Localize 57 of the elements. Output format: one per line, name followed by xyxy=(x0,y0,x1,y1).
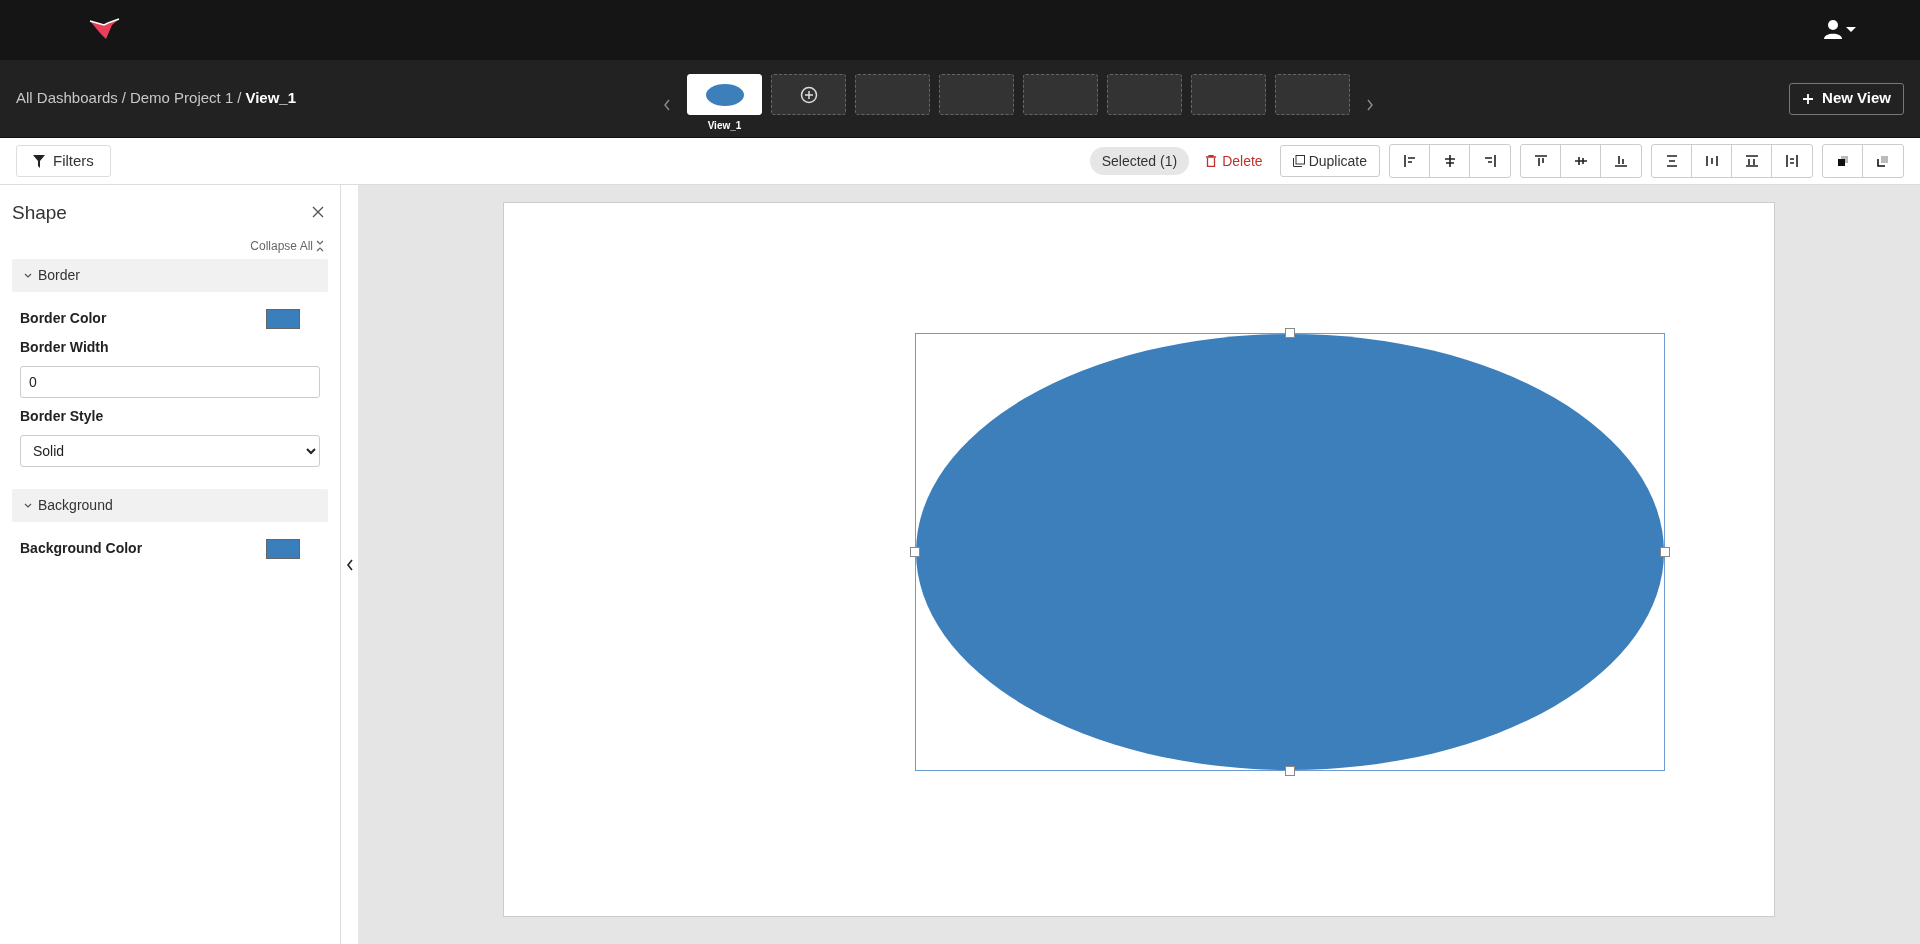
color-swatch[interactable] xyxy=(266,538,300,559)
section-header[interactable]: Border xyxy=(12,259,328,292)
align-top-icon xyxy=(1532,153,1549,169)
collapse-icon xyxy=(316,240,324,252)
section-header[interactable]: Background xyxy=(12,489,328,522)
dropdown-field[interactable]: Solid xyxy=(20,435,320,467)
selection-count-badge: Selected (1) xyxy=(1089,147,1190,175)
breadcrumb-separator: / xyxy=(237,88,242,109)
view-thumbnail[interactable] xyxy=(1023,74,1098,115)
align-right-icon xyxy=(1482,153,1498,169)
distribute-horizontal-icon xyxy=(1703,153,1720,169)
panel-title: Shape xyxy=(12,200,67,225)
plus-circle-icon xyxy=(799,85,818,104)
ellipse-shape[interactable] xyxy=(916,334,1664,770)
breadcrumb-separator: / xyxy=(121,88,126,109)
view-thumbnail[interactable] xyxy=(1191,74,1266,115)
resize-handle[interactable] xyxy=(1285,766,1295,776)
new-view-button[interactable]: New View xyxy=(1789,82,1904,115)
resize-handle[interactable] xyxy=(1660,547,1670,557)
delete-button[interactable]: Delete xyxy=(1198,146,1271,176)
breadcrumb-link[interactable]: Demo Project 1 xyxy=(129,87,234,110)
user-menu-button[interactable] xyxy=(1824,20,1858,40)
view-thumbnail[interactable] xyxy=(939,74,1014,115)
view-thumbnail[interactable] xyxy=(771,74,846,115)
chevron-down-icon xyxy=(24,271,32,280)
copy-icon xyxy=(1292,155,1305,167)
field-label: Background Color xyxy=(20,539,143,558)
breadcrumb-link[interactable]: All Dashboards xyxy=(16,87,118,110)
filters-button[interactable]: Filters xyxy=(16,145,111,177)
ellipse-icon xyxy=(704,82,745,107)
distribute-left-icon xyxy=(1784,153,1800,169)
view-thumbnail[interactable] xyxy=(855,74,930,115)
field-label: Border Style xyxy=(20,407,105,426)
field-label: Border Color xyxy=(20,309,107,328)
distribute-top-icon xyxy=(1743,153,1760,169)
breadcrumb-link[interactable]: View_1 xyxy=(245,87,297,110)
chevron-down-icon xyxy=(24,501,32,510)
user-icon xyxy=(1824,20,1858,40)
resize-handle[interactable] xyxy=(910,547,920,557)
collapse-all-button[interactable]: Collapse All xyxy=(250,237,324,255)
trash-icon xyxy=(1206,155,1217,167)
filter-icon xyxy=(33,154,45,168)
input-field[interactable]: 0 xyxy=(20,366,320,398)
chevron-right-icon[interactable] xyxy=(1365,98,1375,112)
chevron-left-icon[interactable] xyxy=(344,557,355,572)
view-label: View_1 xyxy=(707,119,742,133)
color-swatch[interactable] xyxy=(266,308,300,329)
close-icon xyxy=(312,206,324,218)
align-bottom-icon xyxy=(1613,153,1629,169)
duplicate-button[interactable]: Duplicate xyxy=(1279,145,1380,177)
view-thumbnail[interactable] xyxy=(1107,74,1182,115)
align-left-icon xyxy=(1401,153,1418,169)
resize-handle[interactable] xyxy=(1285,328,1295,338)
send-back-icon xyxy=(1875,153,1891,169)
field-label: Border Width xyxy=(20,338,110,357)
view-thumbnail[interactable] xyxy=(1275,74,1350,115)
plus-icon xyxy=(1802,92,1815,105)
